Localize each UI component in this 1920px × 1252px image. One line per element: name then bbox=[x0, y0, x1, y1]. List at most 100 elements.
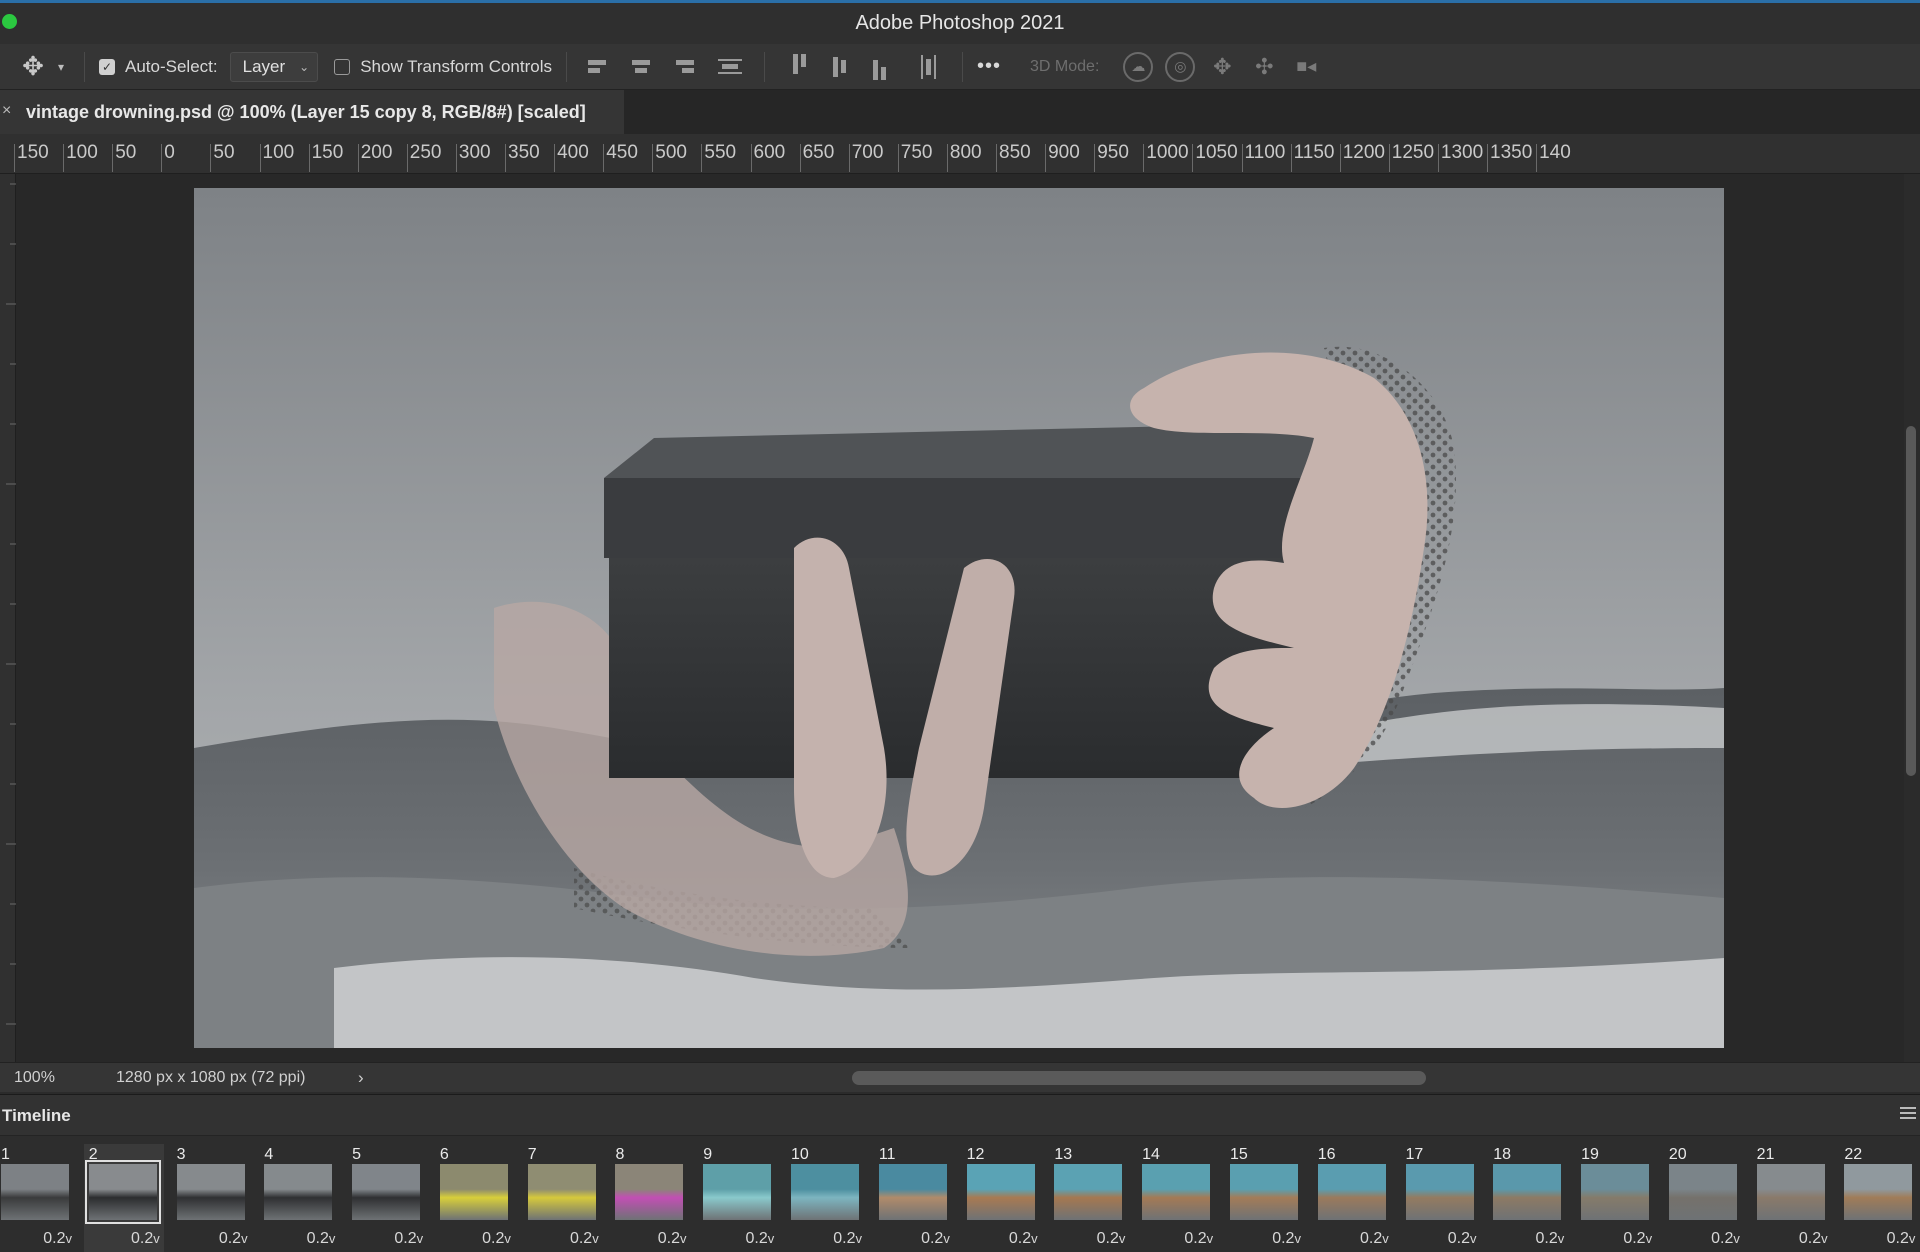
frame-delay-dropdown[interactable]: 0.2v bbox=[1009, 1230, 1038, 1248]
frame-thumbnail[interactable] bbox=[1229, 1164, 1298, 1220]
more-options-button[interactable]: ••• bbox=[977, 55, 1001, 78]
3d-roll-icon[interactable]: ◎ bbox=[1165, 51, 1196, 82]
frame-delay-dropdown[interactable]: 0.2v bbox=[131, 1230, 160, 1248]
align-bottom-edges-icon[interactable] bbox=[866, 54, 892, 80]
panel-menu-icon[interactable] bbox=[1900, 1107, 1916, 1119]
frame-thumbnail[interactable] bbox=[176, 1164, 245, 1220]
timeline-frame[interactable]: 15 0.2v bbox=[1225, 1144, 1305, 1252]
align-top-edges-icon[interactable] bbox=[786, 53, 812, 80]
align-right-edges-icon[interactable] bbox=[668, 54, 694, 80]
timeline-frame[interactable]: 20 0.2v bbox=[1664, 1144, 1744, 1252]
vertical-ruler-ticks bbox=[6, 183, 16, 1025]
timeline-frame[interactable]: 12 0.2v bbox=[962, 1144, 1042, 1252]
document-tab[interactable]: × vintage drowning.psd @ 100% (Layer 15 … bbox=[0, 90, 624, 134]
frame-thumbnail[interactable] bbox=[84, 1160, 161, 1224]
frame-delay-dropdown[interactable]: 0.2v bbox=[394, 1230, 423, 1248]
frame-thumbnail[interactable] bbox=[1, 1164, 69, 1220]
frame-thumbnail[interactable] bbox=[1756, 1164, 1825, 1220]
frame-delay-dropdown[interactable]: 0.2v bbox=[307, 1230, 336, 1248]
distribute-horizontal-icon[interactable] bbox=[915, 54, 941, 80]
timeline-frame[interactable]: 21 0.2v bbox=[1752, 1144, 1832, 1252]
timeline-frame[interactable]: 22 0.2v bbox=[1839, 1144, 1919, 1252]
timeline-frame[interactable]: 14 0.2v bbox=[1137, 1144, 1217, 1252]
distribute-vertical-icon[interactable] bbox=[717, 54, 743, 80]
vertical-ruler[interactable] bbox=[0, 174, 16, 1062]
timeline-frame[interactable]: 11 0.2v bbox=[874, 1144, 954, 1252]
timeline-frame[interactable]: 17 0.2v bbox=[1401, 1144, 1481, 1252]
timeline-frame[interactable]: 9 0.2v bbox=[698, 1144, 778, 1252]
close-icon[interactable]: × bbox=[2, 102, 11, 120]
frame-delay-dropdown[interactable]: 0.2v bbox=[570, 1230, 599, 1248]
vertical-scrollbar[interactable] bbox=[1906, 426, 1916, 776]
frame-delay-dropdown[interactable]: 0.2v bbox=[1799, 1230, 1828, 1248]
frame-delay-dropdown[interactable]: 0.2v bbox=[43, 1230, 72, 1248]
frame-thumbnail[interactable] bbox=[352, 1164, 421, 1220]
timeline-frame[interactable]: 19 0.2v bbox=[1576, 1144, 1656, 1252]
frame-thumbnail[interactable] bbox=[527, 1164, 596, 1220]
timeline-frame[interactable]: 7 0.2v bbox=[523, 1144, 603, 1252]
timeline-frame[interactable]: 5 0.2v bbox=[347, 1144, 427, 1252]
frame-delay-dropdown[interactable]: 0.2v bbox=[1097, 1230, 1126, 1248]
timeline-frame[interactable]: 8 0.2v bbox=[610, 1144, 690, 1252]
frame-delay-dropdown[interactable]: 0.2v bbox=[482, 1230, 511, 1248]
horizontal-ruler[interactable]: 150 100 50 0 50 100 150 200 250 300 350 400 450 500 55… bbox=[0, 134, 1920, 174]
frame-delay-dropdown[interactable]: 0.2v bbox=[1360, 1230, 1389, 1248]
3d-slide-icon[interactable]: ✣ bbox=[1249, 52, 1279, 82]
frame-thumbnail[interactable] bbox=[791, 1164, 860, 1220]
frame-thumbnail[interactable] bbox=[703, 1164, 772, 1220]
timeline-frame[interactable]: 13 0.2v bbox=[1049, 1144, 1129, 1252]
3d-orbit-icon[interactable]: ☁ bbox=[1123, 51, 1154, 82]
tool-preset-chevron-down-icon[interactable]: ▾ bbox=[52, 60, 70, 74]
frame-delay-dropdown[interactable]: 0.2v bbox=[833, 1230, 862, 1248]
show-transform-controls-checkbox[interactable] bbox=[334, 58, 351, 75]
frame-thumbnail[interactable] bbox=[615, 1164, 684, 1220]
auto-select-toggle[interactable]: ✓ Auto-Select: bbox=[99, 57, 218, 77]
frame-delay-dropdown[interactable]: 0.2v bbox=[219, 1230, 248, 1248]
timeline-frame[interactable]: 3 0.2v bbox=[172, 1144, 252, 1252]
status-menu-arrow-icon[interactable]: › bbox=[358, 1068, 364, 1088]
frame-thumbnail[interactable] bbox=[264, 1164, 333, 1220]
timeline-frame[interactable]: 10 0.2v bbox=[786, 1144, 866, 1252]
3d-scale-camera-icon[interactable]: ■◂ bbox=[1291, 52, 1321, 82]
frame-delay-dropdown[interactable]: 0.2v bbox=[1448, 1230, 1477, 1248]
frame-thumbnail[interactable] bbox=[1668, 1164, 1737, 1220]
frame-delay-dropdown[interactable]: 0.2v bbox=[1536, 1230, 1565, 1248]
timeline-frame[interactable]: 1 0.2v bbox=[0, 1144, 76, 1252]
frame-thumbnail[interactable] bbox=[439, 1164, 508, 1220]
align-horizontal-centers-icon[interactable] bbox=[628, 54, 654, 80]
frame-thumbnail[interactable] bbox=[1054, 1164, 1123, 1220]
frame-thumbnail[interactable] bbox=[1493, 1164, 1562, 1220]
align-vertical-centers-icon[interactable] bbox=[826, 54, 852, 80]
frame-delay-dropdown[interactable]: 0.2v bbox=[1887, 1230, 1916, 1248]
timeline-tab[interactable]: Timeline bbox=[2, 1106, 71, 1126]
frame-thumbnail[interactable] bbox=[1317, 1164, 1386, 1220]
frame-thumbnail[interactable] bbox=[966, 1164, 1035, 1220]
3d-pan-icon[interactable]: ✥ bbox=[1207, 52, 1237, 82]
frame-thumbnail[interactable] bbox=[878, 1164, 947, 1220]
frame-thumbnail[interactable] bbox=[1142, 1164, 1211, 1220]
frame-delay-dropdown[interactable]: 0.2v bbox=[1711, 1230, 1740, 1248]
timeline-frame[interactable]: 6 0.2v bbox=[435, 1144, 515, 1252]
frame-thumbnail[interactable] bbox=[1581, 1164, 1650, 1220]
move-tool-icon[interactable]: ✥ bbox=[18, 51, 48, 82]
frame-thumbnail[interactable] bbox=[1844, 1164, 1913, 1220]
frame-delay-dropdown[interactable]: 0.2v bbox=[1623, 1230, 1652, 1248]
show-transform-controls-toggle[interactable]: Show Transform Controls bbox=[334, 57, 552, 77]
frame-delay-dropdown[interactable]: 0.2v bbox=[921, 1230, 950, 1248]
timeline-frame[interactable]: 16 0.2v bbox=[1313, 1144, 1393, 1252]
frame-delay-dropdown[interactable]: 0.2v bbox=[746, 1230, 775, 1248]
auto-select-checkbox[interactable]: ✓ bbox=[99, 58, 115, 75]
timeline-frame[interactable]: 2 0.2v bbox=[83, 1144, 164, 1252]
timeline-frame[interactable]: 4 0.2v bbox=[259, 1144, 339, 1252]
timeline-frame[interactable]: 18 0.2v bbox=[1488, 1144, 1568, 1252]
align-left-edges-icon[interactable] bbox=[588, 54, 614, 80]
frame-delay-dropdown[interactable]: 0.2v bbox=[658, 1230, 687, 1248]
horizontal-scrollbar[interactable] bbox=[852, 1071, 1426, 1085]
frame-thumbnail[interactable] bbox=[1405, 1164, 1474, 1220]
frame-delay-dropdown[interactable]: 0.2v bbox=[1272, 1230, 1301, 1248]
zoom-level[interactable]: 100% bbox=[14, 1069, 55, 1087]
frame-delay-dropdown[interactable]: 0.2v bbox=[1184, 1230, 1213, 1248]
auto-select-target-dropdown[interactable]: Layer ⌄ bbox=[229, 51, 319, 82]
ruler-tick-label: 850 bbox=[996, 143, 1031, 172]
document-canvas[interactable] bbox=[194, 188, 1724, 1048]
